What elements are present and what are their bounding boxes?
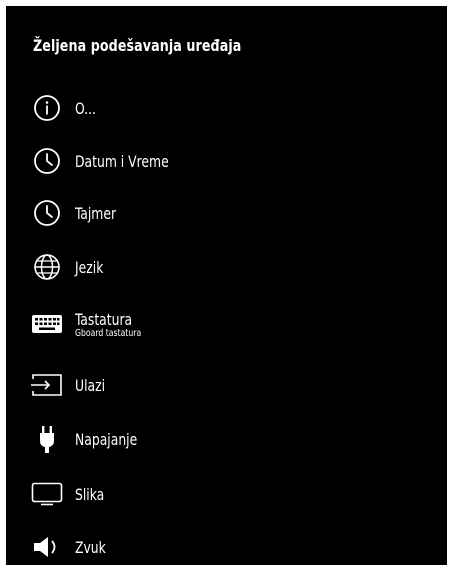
menu-item-inputs[interactable]: Ulazi (31, 365, 437, 405)
menu-item-date-time[interactable]: Datum i Vreme (31, 141, 437, 181)
globe-icon (31, 251, 63, 283)
menu-item-timer[interactable]: Tajmer (31, 193, 437, 233)
monitor-icon (31, 478, 63, 510)
menu-item-label: Jezik (75, 257, 104, 277)
keyboard-icon (31, 308, 63, 340)
menu-item-sound[interactable]: Zvuk (31, 527, 437, 565)
menu-item-label: Slika (75, 484, 105, 504)
clock-icon (31, 145, 63, 177)
menu-item-label: Datum i Vreme (75, 151, 169, 171)
menu-item-label: Tastatura (75, 309, 133, 329)
menu-item-label: Ulazi (75, 375, 106, 395)
menu-item-power[interactable]: Napajanje (31, 419, 437, 459)
menu-item-label: Napajanje (75, 429, 138, 449)
speaker-icon (31, 531, 63, 563)
menu-item-label: O... (75, 98, 96, 118)
input-icon (31, 369, 63, 401)
menu-item-label: Tajmer (75, 203, 117, 223)
page-title: Željena podešavanja uređaja (33, 36, 242, 55)
timer-clock-icon (31, 197, 63, 229)
menu-item-about[interactable]: O... (31, 88, 437, 128)
info-icon (31, 92, 63, 124)
menu-item-keyboard[interactable]: Tastatura Gboard tastatura (31, 304, 437, 344)
menu-item-picture[interactable]: Slika (31, 474, 437, 514)
menu-item-sublabel: Gboard tastatura (75, 327, 142, 339)
menu-item-language[interactable]: Jezik (31, 247, 437, 287)
menu-item-label: Zvuk (75, 537, 106, 557)
power-plug-icon (31, 423, 63, 455)
settings-panel: Željena podešavanja uređaja O... Datum i… (6, 6, 447, 565)
